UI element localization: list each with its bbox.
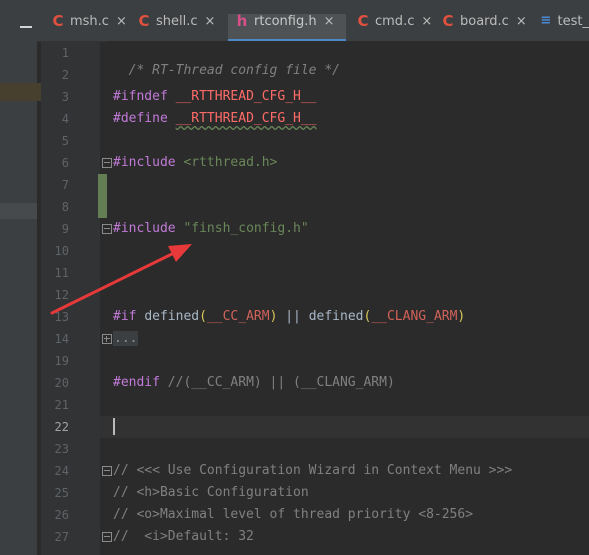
macro-name: __RTTHREAD_CFG_H__: [175, 111, 317, 126]
tab-bar-corner: [0, 0, 41, 41]
line-number: 23: [54, 442, 69, 456]
operator: ||: [285, 309, 301, 324]
code-line-4: #define __RTTHREAD_CFG_H__: [113, 110, 317, 128]
code-line-25: // <h>Basic Configuration: [113, 484, 309, 502]
editor-tab-bar: C msh.c × C shell.c × h rtconfig.h × C c…: [0, 0, 589, 42]
tab-board-c[interactable]: C board.c ×: [440, 12, 532, 41]
text-caret: [113, 418, 115, 435]
line-number: 10: [54, 244, 69, 258]
line-number: 13: [54, 310, 69, 324]
tab-label: rtconfig.h: [254, 14, 317, 29]
code-line-20: #endif //(__CC_ARM) || (__CLANG_ARM): [113, 374, 395, 392]
line-number: 1: [61, 46, 69, 60]
comment: // <i>Default: 32: [113, 529, 254, 544]
comment: // <o>Maximal level of thread priority <…: [113, 507, 474, 522]
code-line-3: #ifndef __RTTHREAD_CFG_H__: [113, 88, 317, 106]
paren: ): [457, 309, 466, 324]
tab-label: msh.c: [70, 14, 109, 29]
directive: #endif: [113, 375, 160, 390]
code-line-13: #if defined(__CC_ARM) || defined(__CLANG…: [113, 308, 465, 326]
macro-name: __RTTHREAD_CFG_H__: [175, 89, 317, 104]
fold-toggle-icon[interactable]: [102, 158, 112, 168]
fold-toggle-icon[interactable]: [102, 224, 112, 234]
test-file-icon: ≡: [540, 14, 552, 28]
line-number: 11: [54, 266, 69, 280]
tab-shell-c[interactable]: C shell.c ×: [136, 12, 224, 41]
vcs-change-marker[interactable]: [98, 174, 107, 218]
tab-label: board.c: [460, 14, 509, 29]
comment: // <<< Use Configuration Wizard in Conte…: [113, 463, 513, 478]
comment: /* RT-Thread config file */: [128, 63, 340, 78]
paren: ): [269, 309, 278, 324]
expand-fold-icon[interactable]: [102, 334, 112, 344]
close-icon[interactable]: ×: [205, 14, 216, 29]
directive: #include: [113, 221, 176, 236]
c-file-icon: C: [138, 12, 150, 30]
selection-marker: [0, 203, 37, 219]
code-line-24: // <<< Use Configuration Wizard in Conte…: [113, 462, 512, 480]
paren: (: [199, 309, 207, 324]
close-icon[interactable]: ×: [324, 14, 335, 29]
directive: #define: [113, 111, 168, 126]
line-number: 8: [61, 200, 69, 214]
comment: //(__CC_ARM) || (__CLANG_ARM): [167, 375, 395, 390]
line-number: 20: [54, 376, 69, 390]
code-line-6: #include <rtthread.h>: [113, 154, 277, 172]
code-line-26: // <o>Maximal level of thread priority <…: [113, 506, 473, 524]
line-number: 4: [61, 112, 69, 126]
bookmark-marker: [0, 83, 41, 101]
tab-label: test_: [557, 14, 589, 29]
close-icon[interactable]: ×: [516, 14, 527, 29]
tab-label: shell.c: [156, 14, 198, 29]
line-number: 27: [54, 530, 69, 544]
tab-msh-c[interactable]: C msh.c ×: [50, 12, 132, 41]
line-number: 3: [61, 90, 69, 104]
directive: #include: [113, 155, 176, 170]
line-number: 21: [54, 398, 69, 412]
line-number: 12: [54, 288, 69, 302]
line-number: 19: [54, 354, 69, 368]
tab-rtconfig-h[interactable]: h rtconfig.h ×: [228, 12, 346, 42]
line-number: 9: [61, 222, 69, 236]
c-file-icon: C: [52, 12, 64, 30]
line-number: 25: [54, 486, 69, 500]
line-number: 6: [61, 156, 69, 170]
line-number: 14: [54, 332, 69, 346]
comment: // <h>Basic Configuration: [113, 485, 309, 500]
fold-toggle-icon[interactable]: [102, 532, 112, 542]
close-icon[interactable]: ×: [421, 14, 432, 29]
line-number: 2: [61, 68, 69, 82]
code-line-1: /* RT-Thread config file */: [113, 44, 340, 80]
keyword-defined: defined: [144, 309, 200, 324]
close-icon[interactable]: ×: [116, 14, 127, 29]
current-line-highlight: [100, 416, 589, 438]
keyword-defined: defined: [308, 309, 364, 324]
line-number: 26: [54, 508, 69, 522]
macro-name: __CC_ARM: [206, 309, 270, 324]
line-number: 5: [61, 134, 69, 148]
fold-toggle-icon[interactable]: [102, 466, 112, 476]
tab-cmd-c[interactable]: C cmd.c ×: [355, 12, 435, 41]
c-file-icon: C: [357, 12, 369, 30]
tab-label: cmd.c: [375, 14, 415, 29]
code-line-9: #include "finsh_config.h": [113, 220, 309, 238]
collapsed-region[interactable]: ...: [113, 331, 139, 346]
tab-test[interactable]: ≡ test_: [538, 14, 589, 41]
directive: #if: [113, 309, 137, 324]
project-tool-strip: [0, 41, 37, 555]
line-number: 24: [54, 464, 69, 478]
line-number: 7: [61, 178, 69, 192]
tab-menu-icon[interactable]: [20, 26, 32, 28]
include-path: "finsh_config.h": [183, 221, 309, 236]
code-line-27: // <i>Default: 32: [113, 528, 254, 546]
code-line-14: ...: [113, 330, 139, 348]
c-file-icon: C: [442, 12, 454, 30]
macro-name: __CLANG_ARM: [371, 309, 458, 324]
include-path: <rtthread.h>: [183, 155, 278, 170]
line-number-current: 22: [54, 420, 69, 434]
h-file-icon: h: [236, 12, 248, 30]
directive: #ifndef: [113, 89, 168, 104]
